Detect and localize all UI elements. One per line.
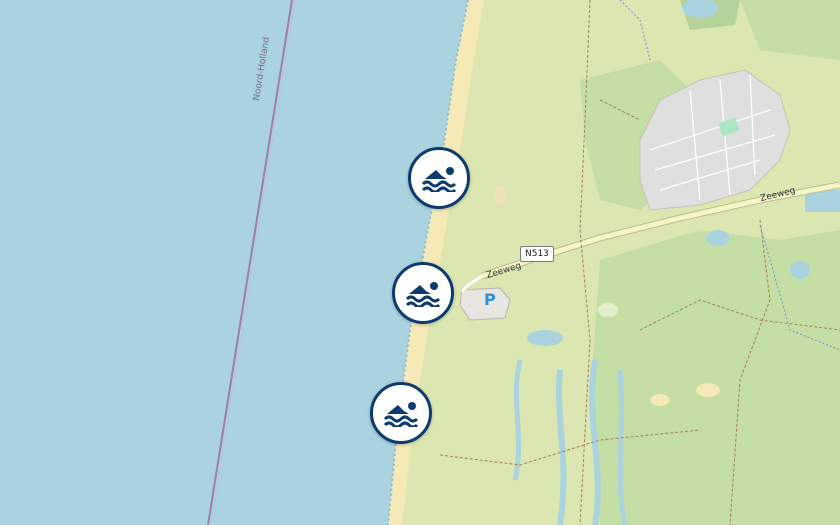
road-number-shield: N513 (520, 246, 554, 262)
pond (706, 230, 730, 246)
meadow-patch (598, 303, 618, 317)
swimmer-icon (421, 167, 457, 192)
sand-patch (650, 394, 670, 406)
swimmer-icon (383, 402, 419, 427)
parking-icon[interactable]: P (484, 290, 496, 309)
swimmer-icon (405, 282, 441, 307)
sand-patch (696, 383, 720, 397)
pond (790, 261, 810, 279)
swimming-marker[interactable] (392, 262, 454, 324)
pond (527, 330, 563, 346)
water-channel (512, 359, 523, 481)
swimming-marker[interactable] (408, 147, 470, 209)
map-canvas[interactable]: Noord-Holland Zeeweg Zeeweg N513 P (0, 0, 840, 525)
sand-patch (494, 185, 506, 205)
swimming-marker[interactable] (370, 382, 432, 444)
